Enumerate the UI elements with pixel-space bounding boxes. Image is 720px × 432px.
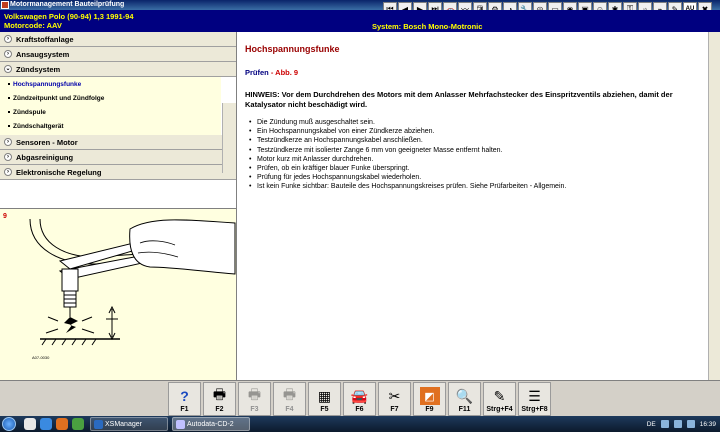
figure-link[interactable]: - Abb. 9 [269, 68, 298, 77]
system-label: System: Bosch Mono-Motronic [372, 22, 483, 31]
submenu-item-label: Zündspule [13, 108, 46, 116]
autodata-icon [176, 420, 185, 429]
menu-item-label: Elektronische Regelung [16, 167, 102, 177]
bullet-icon [8, 97, 10, 99]
flag-icon[interactable] [686, 420, 695, 428]
illustration-panel: 9 A07-0030 [0, 208, 237, 380]
list-item: Motor kurz mit Anlasser durchdrehen. [249, 155, 712, 164]
section-heading: Prüfen - Abb. 9 [245, 68, 712, 77]
bullet-icon [8, 83, 10, 85]
print-icon: 🖶 [247, 386, 262, 402]
task-autodata[interactable]: Autodata-CD-2 [172, 417, 250, 431]
chevron-right-icon: › [4, 168, 12, 176]
list-item: Die Zündung muß ausgeschaltet sein. [249, 118, 712, 127]
submenu-item-label: Hochspannungsfunke [13, 80, 82, 88]
f7-button[interactable]: ✂ F7 [378, 382, 411, 416]
page-title: Hochspannungsfunke [245, 44, 340, 54]
f3-button[interactable]: 🖶 F3 [238, 382, 271, 416]
section-heading-label: Prüfen [245, 68, 269, 77]
search-icon: 🔍 [455, 387, 474, 404]
list-item: Prüfung für jedes Hochspannungskabel wie… [249, 173, 712, 182]
xsmanager-icon [94, 420, 103, 429]
image-icon: ◩ [419, 387, 440, 405]
edit-icon: ✎ [493, 387, 506, 404]
f2-print-button[interactable]: 🖶 F2 [203, 382, 236, 416]
app-icon [1, 1, 9, 9]
f6-button[interactable]: 🚘 F6 [343, 382, 376, 416]
task-xsmanager[interactable]: XSManager [90, 417, 168, 431]
list-icon: ☰ [528, 387, 541, 404]
explorer-icon[interactable] [24, 418, 36, 430]
warning-note: HINWEIS: Vor dem Durchdrehen des Motors … [245, 90, 673, 109]
chevron-right-icon: › [4, 153, 12, 161]
document-icon: ▦ [317, 387, 332, 404]
media-icon[interactable] [56, 418, 68, 430]
menu-item-label: Zündsystem [16, 64, 61, 74]
bullet-icon [8, 111, 10, 113]
menu-item-zuendsystem[interactable]: ⌄ Zündsystem [0, 62, 236, 77]
chevron-right-icon: › [4, 138, 12, 146]
list-item: Ein Hochspannungskabel von einer Zündker… [249, 127, 712, 136]
print-icon: 🖶 [282, 386, 297, 402]
category-menu: › Kraftstoffanlage › Ansaugsystem ⌄ Zünd… [0, 32, 237, 208]
help-icon: ? [180, 388, 189, 404]
menu-scrollbar[interactable] [222, 103, 236, 173]
taskbar: XSManager Autodata-CD-2 DE 16:39 [0, 416, 720, 432]
vehicle-header: Volkswagen Polo (90-94) 1,3 1991-94 Moto… [0, 10, 360, 32]
main-content: Hochspannungsfunke Prüfen - Abb. 9 HINWE… [237, 32, 720, 380]
volume-icon[interactable] [673, 420, 682, 428]
f11-button[interactable]: 🔍 F11 [448, 382, 481, 416]
bullet-icon [8, 125, 10, 127]
illustration-caption: A07-0030 [32, 355, 50, 360]
f1-help-button[interactable]: ? F1 [168, 382, 201, 416]
f9-button[interactable]: ◩ F9 [413, 382, 446, 416]
menu-item-ansaugsystem[interactable]: › Ansaugsystem [0, 47, 236, 62]
list-item: Testzündkerze mit isolierter Zange 6 mm … [249, 146, 712, 155]
car-icon: 🚘 [350, 387, 369, 404]
chevron-right-icon: › [4, 35, 12, 43]
chevron-down-icon: ⌄ [4, 65, 12, 73]
submenu-item-zuendspule[interactable]: Zündspule [0, 105, 221, 119]
function-key-bar: ? F1 🖶 F2 🖶 F3 🖶 F4 ▦ F5 🚘 F6 ✂ F7 ◩ F9 … [0, 380, 720, 416]
menu-item-elektronische-regelung[interactable]: › Elektronische Regelung [0, 165, 236, 180]
app-icon[interactable] [72, 418, 84, 430]
strg-f4-button[interactable]: ✎ Strg+F4 [483, 382, 516, 416]
submenu-zuendsystem: Hochspannungsfunke Zündzeitpunkt und Zün… [0, 77, 221, 135]
step-list: Die Zündung muß ausgeschaltet sein. Ein … [245, 118, 712, 192]
submenu-item-hochspannungsfunke[interactable]: Hochspannungsfunke [0, 77, 221, 91]
menu-item-abgasreinigung[interactable]: › Abgasreinigung [0, 150, 236, 165]
print-icon: 🖶 [212, 386, 227, 402]
submenu-item-label: Zündschaltgerät [13, 122, 64, 130]
vehicle-model: Volkswagen Polo (90-94) 1,3 1991-94 [4, 12, 134, 21]
system-tray: DE 16:39 [647, 417, 716, 431]
list-item: Testzündkerze an Hochspannungskabel ansc… [249, 136, 712, 145]
menu-item-label: Kraftstoffanlage [16, 34, 74, 44]
f4-button[interactable]: 🖶 F4 [273, 382, 306, 416]
browser-icon[interactable] [40, 418, 52, 430]
f5-button[interactable]: ▦ F5 [308, 382, 341, 416]
list-item: Ist kein Funke sichtbar: Bauteile des Ho… [249, 182, 712, 191]
language-indicator[interactable]: DE [647, 421, 656, 428]
menu-item-label: Ansaugsystem [16, 49, 70, 59]
illustration-number: 9 [3, 213, 7, 220]
start-button[interactable] [2, 417, 16, 431]
content-scrollbar[interactable] [708, 32, 720, 380]
strg-f8-button[interactable]: ☰ Strg+F8 [518, 382, 551, 416]
menu-item-kraftstoffanlage[interactable]: › Kraftstoffanlage [0, 32, 236, 47]
menu-item-label: Abgasreinigung [16, 152, 74, 162]
spark-test-illustration: A07-0030 [29, 218, 236, 360]
list-item: Prüfen, ob ein kräftiger blauer Funke üb… [249, 164, 712, 173]
chevron-right-icon: › [4, 50, 12, 58]
clock[interactable]: 16:39 [700, 421, 716, 428]
window-title: Motormanagement Bauteilprüfung [10, 1, 125, 8]
menu-item-sensoren-motor[interactable]: › Sensoren - Motor [0, 135, 236, 150]
system-header: System: Bosch Mono-Motronic [360, 10, 720, 32]
submenu-item-label: Zündzeitpunkt und Zündfolge [13, 94, 105, 102]
submenu-item-zuendschaltgeraet[interactable]: Zündschaltgerät [0, 119, 221, 133]
menu-item-label: Sensoren - Motor [16, 137, 78, 147]
tools-icon: ✂ [388, 387, 401, 404]
network-icon[interactable] [660, 420, 669, 428]
submenu-item-zuendzeitpunkt[interactable]: Zündzeitpunkt und Zündfolge [0, 91, 221, 105]
vehicle-motorcode: Motorcode: AAV [4, 21, 62, 30]
